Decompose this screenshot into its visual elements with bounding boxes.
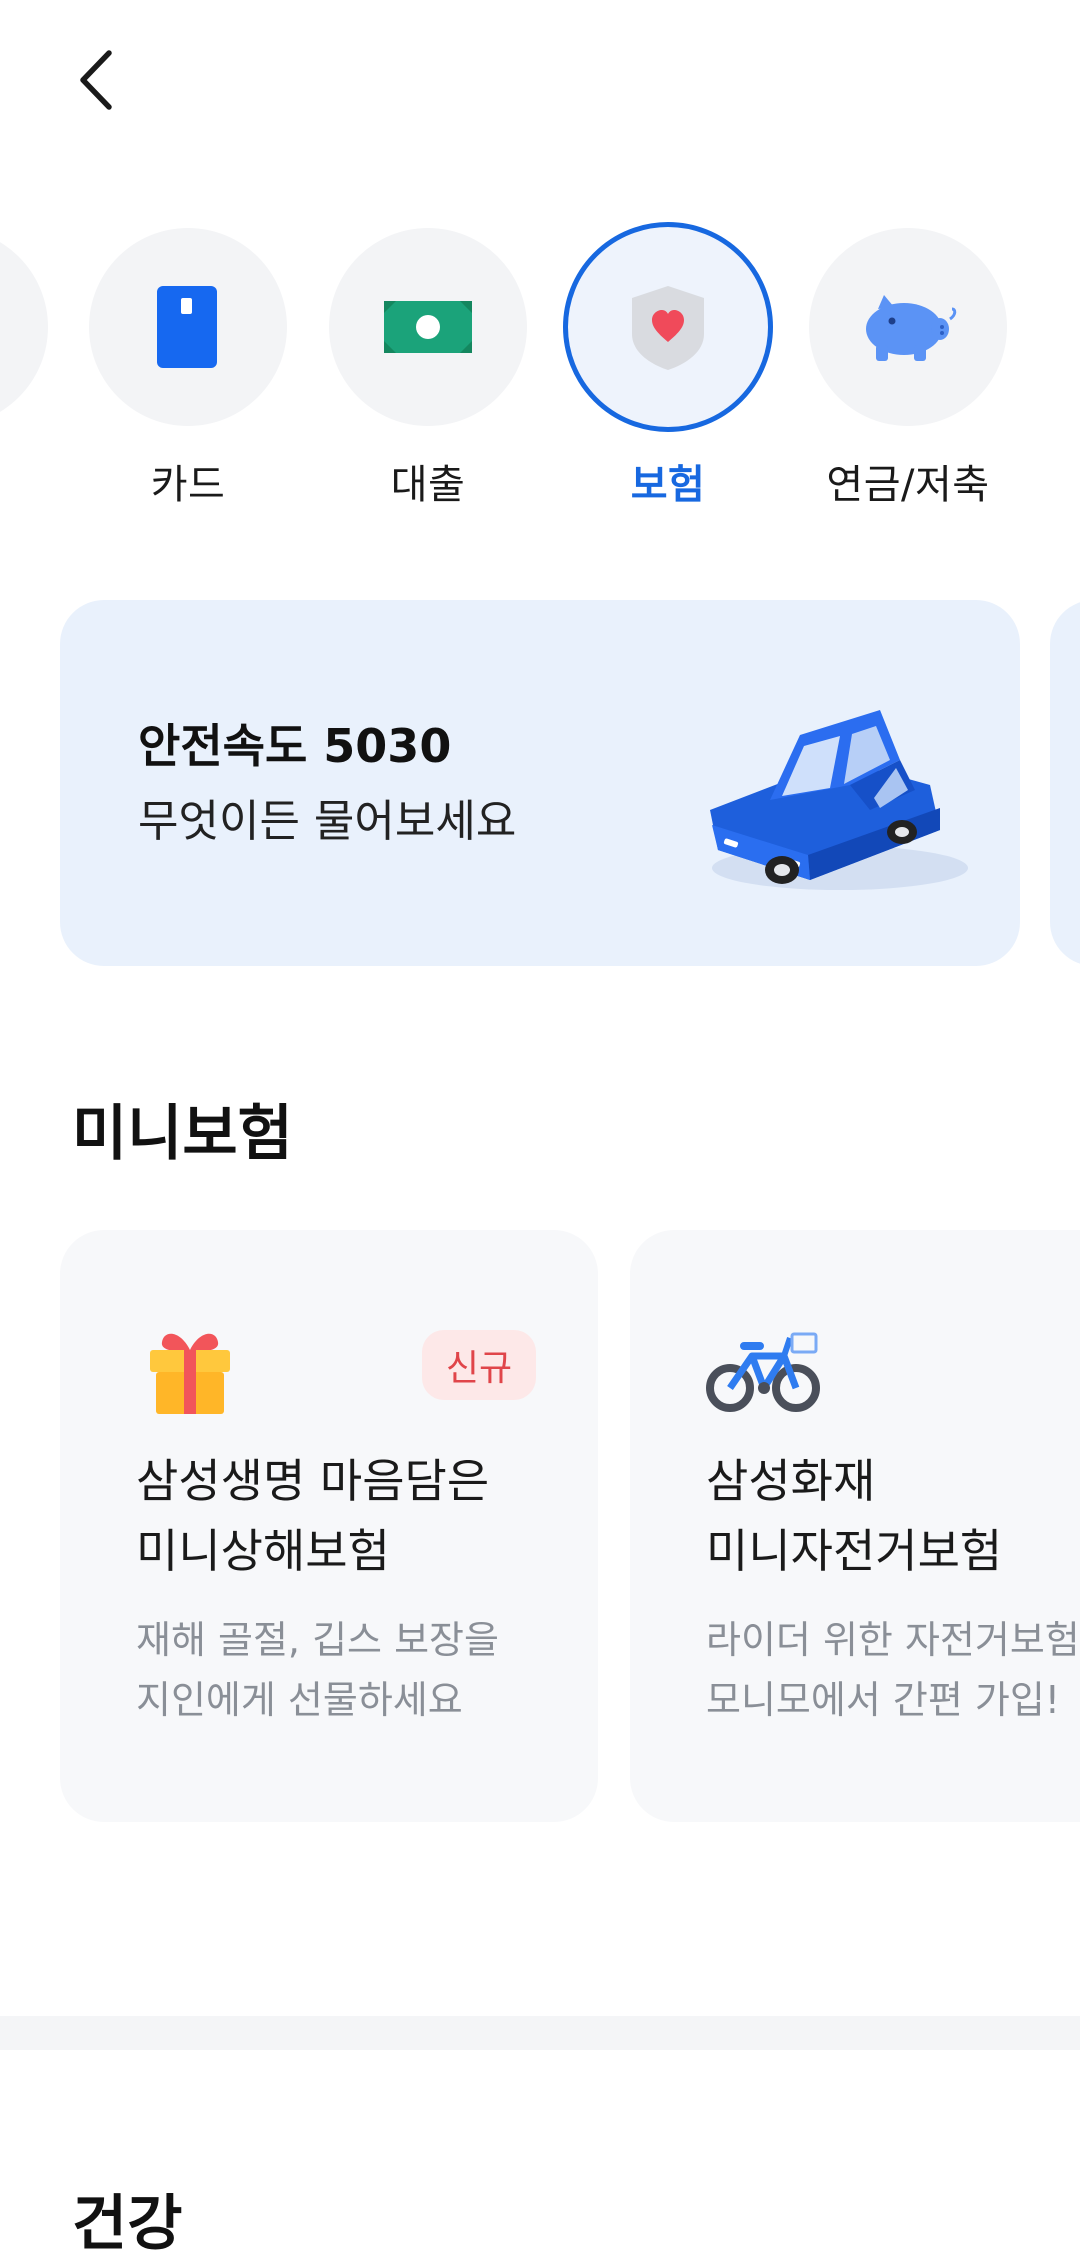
back-button[interactable] (56, 40, 136, 120)
mini-insurance-title: 미니보험 (72, 1099, 293, 1169)
card-description-line-2: 모니모에서 간편 가입! (706, 1678, 1061, 1722)
category-card-circle (89, 228, 287, 426)
category-previous-partial[interactable] (0, 228, 48, 426)
card-title-line-2: 미니자전거보험 (706, 1524, 1003, 1578)
card-description: 재해 골절, 깁스 보장을 지인에게 선물하세요 (136, 1610, 499, 1730)
card-description-line-1: 재해 골절, 깁스 보장을 (136, 1618, 499, 1662)
mini-insurance-card-bicycle[interactable]: 삼성화재 미니자전거보험 라이더 위한 자전거보험 모니모에서 간편 가입! (630, 1230, 1080, 1822)
cash-icon (384, 301, 472, 353)
category-insurance[interactable]: 보험 (563, 222, 773, 518)
banner-title: 안전속도 5030 (138, 719, 452, 773)
card-title: 삼성생명 마음담은 미니상해보험 (136, 1446, 489, 1586)
category-pension-savings-label: 연금/저축 (826, 462, 990, 508)
card-icon (157, 286, 217, 368)
car-illustration (710, 710, 968, 890)
card-description-line-1: 라이더 위한 자전거보험 (706, 1618, 1080, 1662)
promo-banner-next-partial[interactable] (1050, 600, 1080, 966)
category-card-label: 카드 (150, 462, 226, 508)
category-card[interactable]: 카드 (88, 228, 288, 518)
category-pension-savings-circle (809, 228, 1007, 426)
category-loan-label: 대출 (390, 462, 466, 508)
piggy-bank-icon (866, 295, 957, 361)
bicycle-icon (706, 1332, 820, 1412)
mini-insurance-card-accident[interactable]: 신규 삼성생명 마음담은 미니상해보험 재해 골절, 깁스 보장을 지인에게 선… (60, 1230, 598, 1822)
card-title-line-1: 삼성화재 (706, 1454, 876, 1508)
card-title: 삼성화재 미니자전거보험 (706, 1446, 1002, 1586)
gift-icon (150, 1333, 230, 1414)
category-pension-savings[interactable]: 연금/저축 (808, 228, 1008, 518)
category-insurance-label: 보험 (630, 462, 706, 508)
health-section-title: 건강 (72, 2189, 183, 2257)
card-description-line-2: 지인에게 선물하세요 (136, 1678, 463, 1722)
shield-heart-icon (632, 286, 704, 370)
card-title-line-2: 미니상해보험 (136, 1524, 390, 1578)
card-title-line-1: 삼성생명 마음담은 (136, 1454, 490, 1508)
banner-subtitle: 무엇이든 물어보세요 (138, 796, 517, 847)
insurance-screen: 카드 대출 보험 연금/저축 안전속도 5030 무엇이든 물어보세요 미니보험… (0, 0, 1080, 2257)
new-badge: 신규 (422, 1330, 536, 1400)
section-divider (0, 2016, 1080, 2050)
promo-banner[interactable]: 안전속도 5030 무엇이든 물어보세요 (60, 600, 1020, 966)
category-insurance-circle (563, 222, 773, 432)
chevron-left-icon (80, 50, 112, 110)
card-description: 라이더 위한 자전거보험 모니모에서 간편 가입! (706, 1610, 1080, 1730)
category-loan-circle (329, 228, 527, 426)
category-loan[interactable]: 대출 (328, 228, 528, 518)
